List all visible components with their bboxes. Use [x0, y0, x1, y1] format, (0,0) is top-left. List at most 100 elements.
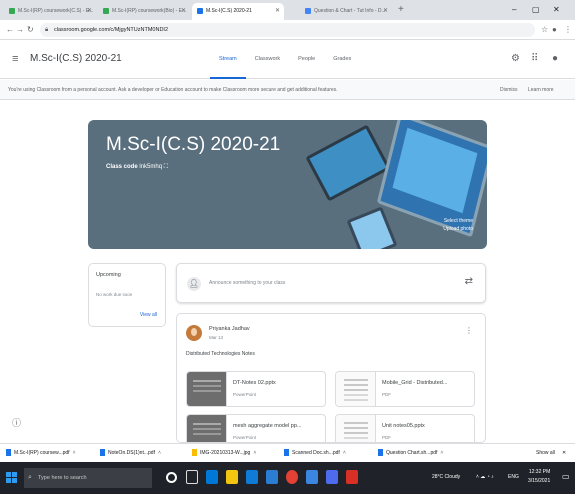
close-tab-icon[interactable]: ✕	[383, 3, 388, 20]
upcoming-card: Upcoming No work due soon View all	[88, 263, 166, 327]
download-name: Question Chart.sh...pdf	[386, 450, 438, 456]
tab-label: M.Sc-I(C.S) 2020-21	[206, 8, 252, 14]
announce-placeholder[interactable]: Announce something to your class	[209, 280, 285, 286]
class-code: Class code lnk5mhq ⛶	[106, 164, 168, 171]
announce-box[interactable]: 👤︎ Announce something to your class ⇄	[176, 263, 486, 303]
learn-more-link[interactable]: Learn more	[528, 80, 554, 100]
new-tab-button[interactable]: +	[398, 3, 404, 17]
pdf-app-icon[interactable]	[346, 470, 358, 484]
course-title[interactable]: M.Sc-I(C.S) 2020-21	[30, 53, 122, 64]
browser-tab-strip: M.Sc-I(RP) coursework(C.S) - E... ✕ M.Sc-…	[0, 0, 575, 20]
close-window-button[interactable]: ✕	[553, 3, 560, 17]
help-icon[interactable]: ⓘ	[12, 416, 21, 429]
dismiss-button[interactable]: Dismiss	[500, 80, 518, 100]
task-view-icon[interactable]	[186, 470, 198, 484]
system-tray-icons[interactable]: ˄ ☁ ◔ ♪	[476, 473, 494, 482]
mail-icon[interactable]	[266, 470, 278, 484]
apps-grid-icon[interactable]: ⠿	[531, 53, 538, 64]
download-item[interactable]: Question Chart.sh...pdf ˄	[378, 447, 443, 460]
upcoming-title: Upcoming	[96, 272, 121, 278]
upload-photo-link[interactable]: Upload photo	[443, 225, 473, 233]
attachment-thumbnail	[187, 372, 227, 406]
course-banner: M.Sc-I(C.S) 2020-21 Class code lnk5mhq ⛶…	[88, 120, 487, 249]
attachment-card[interactable]: mesh aggregate model pp... PowerPoint	[186, 414, 326, 442]
phone-illustration	[346, 206, 398, 249]
weather-widget[interactable]: 28°C Cloudy	[432, 473, 460, 482]
close-tab-icon[interactable]: ✕	[275, 3, 280, 20]
tab-classwork[interactable]: Classwork	[246, 41, 289, 79]
tab-stream[interactable]: Stream	[210, 41, 246, 79]
download-item[interactable]: IMG-20210313-W...jpg ˄	[192, 447, 256, 460]
cortana-icon[interactable]	[166, 472, 177, 483]
tab-label: Question & Chart - Tut Info - D...	[314, 8, 386, 14]
attachment-card[interactable]: Unit notes05.pptx PDF	[335, 414, 475, 442]
close-downloads-icon[interactable]: ✕	[562, 447, 566, 460]
tab-favicon-icon	[197, 7, 203, 14]
class-code-value[interactable]: lnk5mhq	[139, 164, 162, 170]
browser-menu-icon[interactable]: ⋮	[564, 24, 572, 36]
teams-icon[interactable]	[326, 470, 338, 484]
address-bar-row: ← → ↻ 🔒︎ classroom.google.com/c/MjgyNTUz…	[0, 20, 575, 40]
browser-tab-4[interactable]: Question & Chart - Tut Info - D... ✕	[300, 3, 392, 20]
forward-arrow-icon[interactable]: →	[16, 24, 24, 36]
language-indicator[interactable]: ENG	[508, 473, 519, 482]
browser-tab-2[interactable]: M.Sc-I(RP) coursework(Bio) - E... ✕	[98, 3, 190, 20]
personal-account-notice: You're using Classroom from a personal a…	[0, 80, 575, 100]
select-theme-link[interactable]: Select theme	[443, 217, 473, 225]
windows-start-icon[interactable]	[6, 472, 18, 484]
stream-post: Priyanka Jadhav Mar 13 ⋮ Distributed Tec…	[176, 313, 486, 443]
close-tab-icon[interactable]: ✕	[181, 3, 186, 20]
show-all-downloads-button[interactable]: Show all	[536, 447, 555, 460]
minimize-button[interactable]: –	[512, 3, 516, 17]
taskbar-search-box[interactable]: ⌕ Type here to search	[24, 468, 152, 488]
hamburger-menu-icon[interactable]: ≡	[12, 53, 18, 65]
profile-avatar-icon[interactable]: ●	[552, 24, 557, 36]
upcoming-status: No work due soon	[96, 292, 133, 297]
browser-tab-3-active[interactable]: M.Sc-I(C.S) 2020-21 ✕	[192, 3, 284, 20]
tablet-illustration	[305, 124, 391, 202]
url-text: classroom.google.com/c/MjgyNTUzNTM0NDI2	[54, 27, 168, 33]
word-icon[interactable]	[306, 470, 318, 484]
pdf-file-icon	[6, 449, 11, 457]
star-icon[interactable]: ☆	[541, 24, 548, 36]
edge-icon[interactable]	[206, 470, 218, 484]
class-code-label: Class code	[106, 164, 138, 170]
store-icon[interactable]	[246, 470, 258, 484]
chevron-up-icon[interactable]: ˄	[158, 450, 161, 456]
more-options-icon[interactable]: ⋮	[465, 326, 473, 335]
maximize-button[interactable]: ▢	[532, 3, 540, 17]
notice-text: You're using Classroom from a personal a…	[8, 87, 338, 93]
back-arrow-icon[interactable]: ←	[6, 24, 14, 36]
file-explorer-icon[interactable]	[226, 470, 238, 484]
reload-icon[interactable]: ↻	[27, 24, 34, 36]
download-item[interactable]: Scanned Doc.sh...pdf ˄	[284, 447, 346, 460]
chevron-up-icon[interactable]: ˄	[253, 450, 256, 456]
chevron-up-icon[interactable]: ˄	[440, 450, 443, 456]
fullscreen-icon[interactable]: ⛶	[164, 164, 168, 170]
download-item[interactable]: M.Sc-I(RP) coursew...pdf ˄	[6, 447, 76, 460]
tab-people[interactable]: People	[289, 41, 324, 79]
clock[interactable]: 12:32 PM 3/15/2021	[528, 468, 550, 486]
tab-label: M.Sc-I(RP) coursework(C.S) - E...	[18, 8, 94, 14]
url-bar[interactable]: 🔒︎ classroom.google.com/c/MjgyNTUzNTM0ND…	[40, 23, 535, 37]
view-all-link[interactable]: View all	[140, 312, 157, 318]
attachment-thumbnail	[187, 415, 227, 442]
close-tab-icon[interactable]: ✕	[87, 3, 92, 20]
author-avatar	[186, 325, 202, 341]
account-avatar-icon[interactable]: ●	[552, 53, 558, 64]
search-placeholder: Type here to search	[38, 475, 87, 481]
tab-grades[interactable]: Grades	[324, 41, 360, 79]
download-item[interactable]: NoteOn.DS(1)nt...pdf ˄	[100, 447, 161, 460]
browser-tab-1[interactable]: M.Sc-I(RP) coursework(C.S) - E... ✕	[4, 3, 96, 20]
banner-title: M.Sc-I(C.S) 2020-21	[106, 134, 281, 155]
attachment-card[interactable]: DT-Notes 02.pptx PowerPoint	[186, 371, 326, 407]
chrome-icon[interactable]	[286, 470, 298, 484]
attachment-card[interactable]: Mobile_Grid - Distributed... PDF	[335, 371, 475, 407]
repost-icon[interactable]: ⇄	[465, 276, 473, 287]
settings-gear-icon[interactable]: ⚙	[511, 53, 520, 64]
notifications-icon[interactable]: ▭	[562, 472, 570, 481]
attachment-thumbnail	[336, 372, 376, 406]
chevron-up-icon[interactable]: ˄	[343, 450, 346, 456]
chevron-up-icon[interactable]: ˄	[73, 450, 76, 456]
downloads-bar: M.Sc-I(RP) coursew...pdf ˄ NoteOn.DS(1)nt…	[0, 443, 575, 462]
